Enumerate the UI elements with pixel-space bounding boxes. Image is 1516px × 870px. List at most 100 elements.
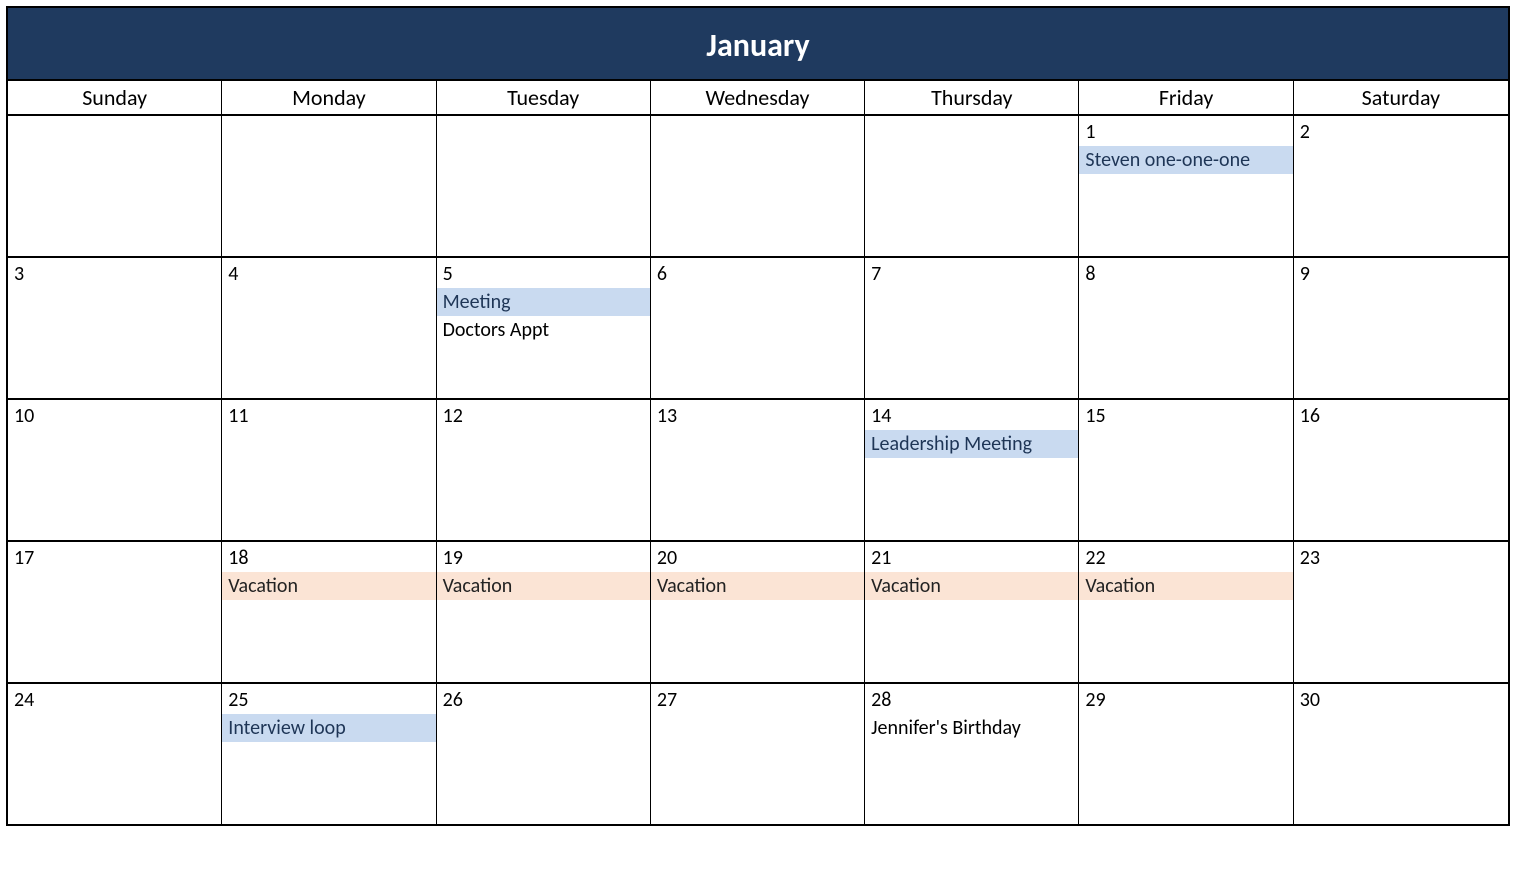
day-cell[interactable]: 15: [1079, 400, 1293, 540]
calendar-event[interactable]: Steven one-one-one: [1079, 146, 1292, 174]
day-cell[interactable]: 26: [437, 684, 651, 824]
day-cell[interactable]: 23: [1294, 542, 1508, 682]
day-cell[interactable]: 10: [8, 400, 222, 540]
calendar-event[interactable]: Leadership Meeting: [865, 430, 1078, 458]
day-number: 3: [14, 262, 24, 286]
day-cell[interactable]: 6: [651, 258, 865, 398]
day-number: 17: [14, 546, 34, 570]
calendar-event[interactable]: Jennifer's Birthday: [865, 714, 1078, 742]
day-cell[interactable]: 7: [865, 258, 1079, 398]
day-of-week-row: Sunday Monday Tuesday Wednesday Thursday…: [8, 81, 1508, 116]
calendar-event[interactable]: Meeting: [437, 288, 650, 316]
day-number: 5: [443, 262, 453, 286]
day-cell[interactable]: 21Vacation: [865, 542, 1079, 682]
day-number: 7: [871, 262, 881, 286]
day-cell[interactable]: 28Jennifer's Birthday: [865, 684, 1079, 824]
events-list: Leadership Meeting: [865, 430, 1078, 458]
events-list: Vacation: [865, 572, 1078, 600]
events-list: Vacation: [222, 572, 435, 600]
day-cell[interactable]: 12: [437, 400, 651, 540]
week-row: 345MeetingDoctors Appt6789: [8, 258, 1508, 400]
day-cell[interactable]: 25Interview loop: [222, 684, 436, 824]
day-number: 4: [228, 262, 238, 286]
day-cell[interactable]: [222, 116, 436, 256]
day-number: 29: [1085, 688, 1105, 712]
day-cell[interactable]: 4: [222, 258, 436, 398]
day-cell[interactable]: [651, 116, 865, 256]
day-number: 1: [1085, 120, 1095, 144]
day-number: 28: [871, 688, 891, 712]
day-number: 22: [1085, 546, 1105, 570]
calendar-event[interactable]: Vacation: [865, 572, 1078, 600]
day-number: 6: [657, 262, 667, 286]
day-cell[interactable]: 22Vacation: [1079, 542, 1293, 682]
events-list: Vacation: [1079, 572, 1292, 600]
day-cell[interactable]: [437, 116, 651, 256]
calendar-event[interactable]: Vacation: [222, 572, 435, 600]
day-number: 14: [871, 404, 891, 428]
week-row: 1718Vacation19Vacation20Vacation21Vacati…: [8, 542, 1508, 684]
day-number: 18: [228, 546, 248, 570]
events-list: Interview loop: [222, 714, 435, 742]
day-number: 10: [14, 404, 34, 428]
day-number: 21: [871, 546, 891, 570]
day-number: 16: [1300, 404, 1320, 428]
dow-tuesday: Tuesday: [437, 81, 651, 116]
calendar-event[interactable]: Doctors Appt: [437, 316, 650, 344]
calendar-event[interactable]: Interview loop: [222, 714, 435, 742]
events-list: MeetingDoctors Appt: [437, 288, 650, 344]
day-cell[interactable]: 3: [8, 258, 222, 398]
day-number: 13: [657, 404, 677, 428]
dow-monday: Monday: [222, 81, 436, 116]
week-row: 1Steven one-one-one 2: [8, 116, 1508, 258]
day-number: 26: [443, 688, 463, 712]
day-number: 19: [443, 546, 463, 570]
calendar: January Sunday Monday Tuesday Wednesday …: [6, 6, 1510, 826]
dow-saturday: Saturday: [1294, 81, 1508, 116]
day-cell[interactable]: [8, 116, 222, 256]
calendar-event[interactable]: Vacation: [437, 572, 650, 600]
day-cell[interactable]: 13: [651, 400, 865, 540]
day-number: 23: [1300, 546, 1320, 570]
day-number: 12: [443, 404, 463, 428]
day-cell[interactable]: 27: [651, 684, 865, 824]
day-number: 8: [1085, 262, 1095, 286]
day-cell[interactable]: 30: [1294, 684, 1508, 824]
dow-wednesday: Wednesday: [651, 81, 865, 116]
day-number: 27: [657, 688, 677, 712]
day-number: 11: [228, 404, 248, 428]
events-list: Jennifer's Birthday: [865, 714, 1078, 742]
day-cell[interactable]: 1Steven one-one-one: [1079, 116, 1293, 256]
day-number: 20: [657, 546, 677, 570]
day-cell[interactable]: [865, 116, 1079, 256]
events-list: Vacation: [651, 572, 864, 600]
dow-thursday: Thursday: [865, 81, 1079, 116]
events-list: Steven one-one-one: [1079, 146, 1292, 174]
day-cell[interactable]: 16: [1294, 400, 1508, 540]
day-cell[interactable]: 20Vacation: [651, 542, 865, 682]
day-cell[interactable]: 18Vacation: [222, 542, 436, 682]
dow-sunday: Sunday: [8, 81, 222, 116]
day-cell[interactable]: 17: [8, 542, 222, 682]
day-number: 9: [1300, 262, 1310, 286]
day-cell[interactable]: 29: [1079, 684, 1293, 824]
day-cell[interactable]: 2: [1294, 116, 1508, 256]
day-number: 15: [1085, 404, 1105, 428]
day-number: 25: [228, 688, 248, 712]
calendar-event[interactable]: Vacation: [1079, 572, 1292, 600]
month-header: January: [8, 8, 1508, 81]
day-cell[interactable]: 24: [8, 684, 222, 824]
day-number: 2: [1300, 120, 1310, 144]
month-title: January: [706, 26, 809, 65]
day-cell[interactable]: 9: [1294, 258, 1508, 398]
week-row: 1011121314Leadership Meeting1516: [8, 400, 1508, 542]
day-cell[interactable]: 14Leadership Meeting: [865, 400, 1079, 540]
day-number: 30: [1300, 688, 1320, 712]
day-cell[interactable]: 11: [222, 400, 436, 540]
day-cell[interactable]: 19Vacation: [437, 542, 651, 682]
calendar-event[interactable]: Vacation: [651, 572, 864, 600]
day-number: 24: [14, 688, 34, 712]
dow-friday: Friday: [1079, 81, 1293, 116]
day-cell[interactable]: 5MeetingDoctors Appt: [437, 258, 651, 398]
day-cell[interactable]: 8: [1079, 258, 1293, 398]
